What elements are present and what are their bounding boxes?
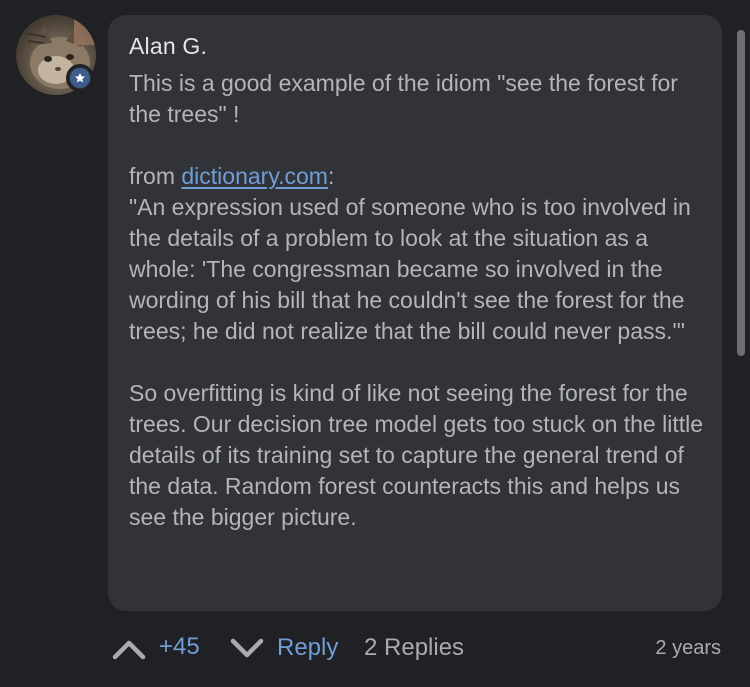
comment-bubble: Alan G. This is a good example of the id… (108, 15, 722, 611)
chevron-down-icon (230, 638, 264, 658)
downvote-button[interactable] (230, 638, 264, 665)
dictionary-link[interactable]: dictionary.com (181, 163, 328, 189)
upvote-button[interactable] (112, 638, 146, 665)
star-icon (75, 73, 85, 83)
timestamp: 2 years (655, 637, 721, 659)
comment-actions: +45 Reply 2 Replies 2 years (110, 628, 725, 670)
vote-score: +45 (159, 633, 200, 660)
comment-body: This is a good example of the idiom "see… (129, 68, 709, 533)
author-name[interactable]: Alan G. (129, 33, 207, 60)
quote-paragraph: "An expression used of someone who is to… (129, 194, 691, 344)
source-prefix: from (129, 163, 182, 189)
source-line: from dictionary.com: (129, 161, 709, 192)
scrollbar[interactable] (737, 30, 745, 356)
reply-button[interactable]: Reply (277, 634, 338, 662)
moderator-badge (66, 64, 94, 92)
source-suffix: : (327, 163, 335, 189)
comment-paragraph: This is a good example of the idiom "see… (129, 70, 678, 127)
replies-link[interactable]: 2 Replies (364, 634, 464, 662)
chevron-up-icon (112, 640, 146, 660)
comment-thread: Alan G. This is a good example of the id… (0, 0, 750, 687)
comment-paragraph: So overfitting is kind of like not seein… (129, 380, 704, 530)
